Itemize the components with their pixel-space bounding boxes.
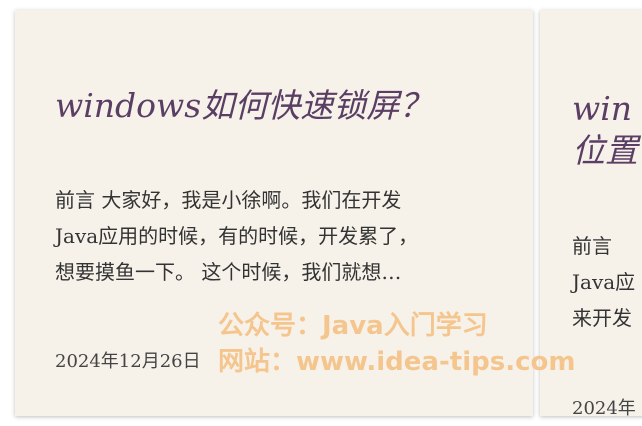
article-date: 2024年12月26日 — [55, 351, 201, 372]
title-line: 位置 — [572, 131, 638, 170]
title-line: win — [572, 89, 633, 128]
article-excerpt: 前言 Java应 来开发 — [572, 228, 635, 336]
article-card[interactable]: win 位置 前言 Java应 来开发 2024年 — [540, 10, 642, 416]
excerpt-line: 前言 — [572, 234, 612, 258]
excerpt-line: 想要摸鱼一下。 这个时候，我们就想… — [55, 260, 402, 284]
excerpt-line: Java应用的时候，有的时候，开发累了， — [55, 224, 419, 248]
article-title-link[interactable]: windows如何快速锁屏？ — [55, 86, 432, 126]
article-date: 2024年 — [572, 398, 636, 416]
excerpt-line: 前言 大家好，我是小徐啊。我们在开发 — [55, 188, 402, 212]
excerpt-line: 来开发 — [572, 306, 632, 330]
article-excerpt: 前言 大家好，我是小徐啊。我们在开发 Java应用的时候，有的时候，开发累了， … — [55, 182, 418, 290]
article-list: windows如何快速锁屏？ 前言 大家好，我是小徐啊。我们在开发 Java应用… — [0, 0, 642, 426]
article-card[interactable]: windows如何快速锁屏？ 前言 大家好，我是小徐啊。我们在开发 Java应用… — [15, 10, 533, 416]
article-title-link[interactable]: win 位置 — [572, 88, 638, 172]
excerpt-line: Java应 — [572, 270, 636, 294]
